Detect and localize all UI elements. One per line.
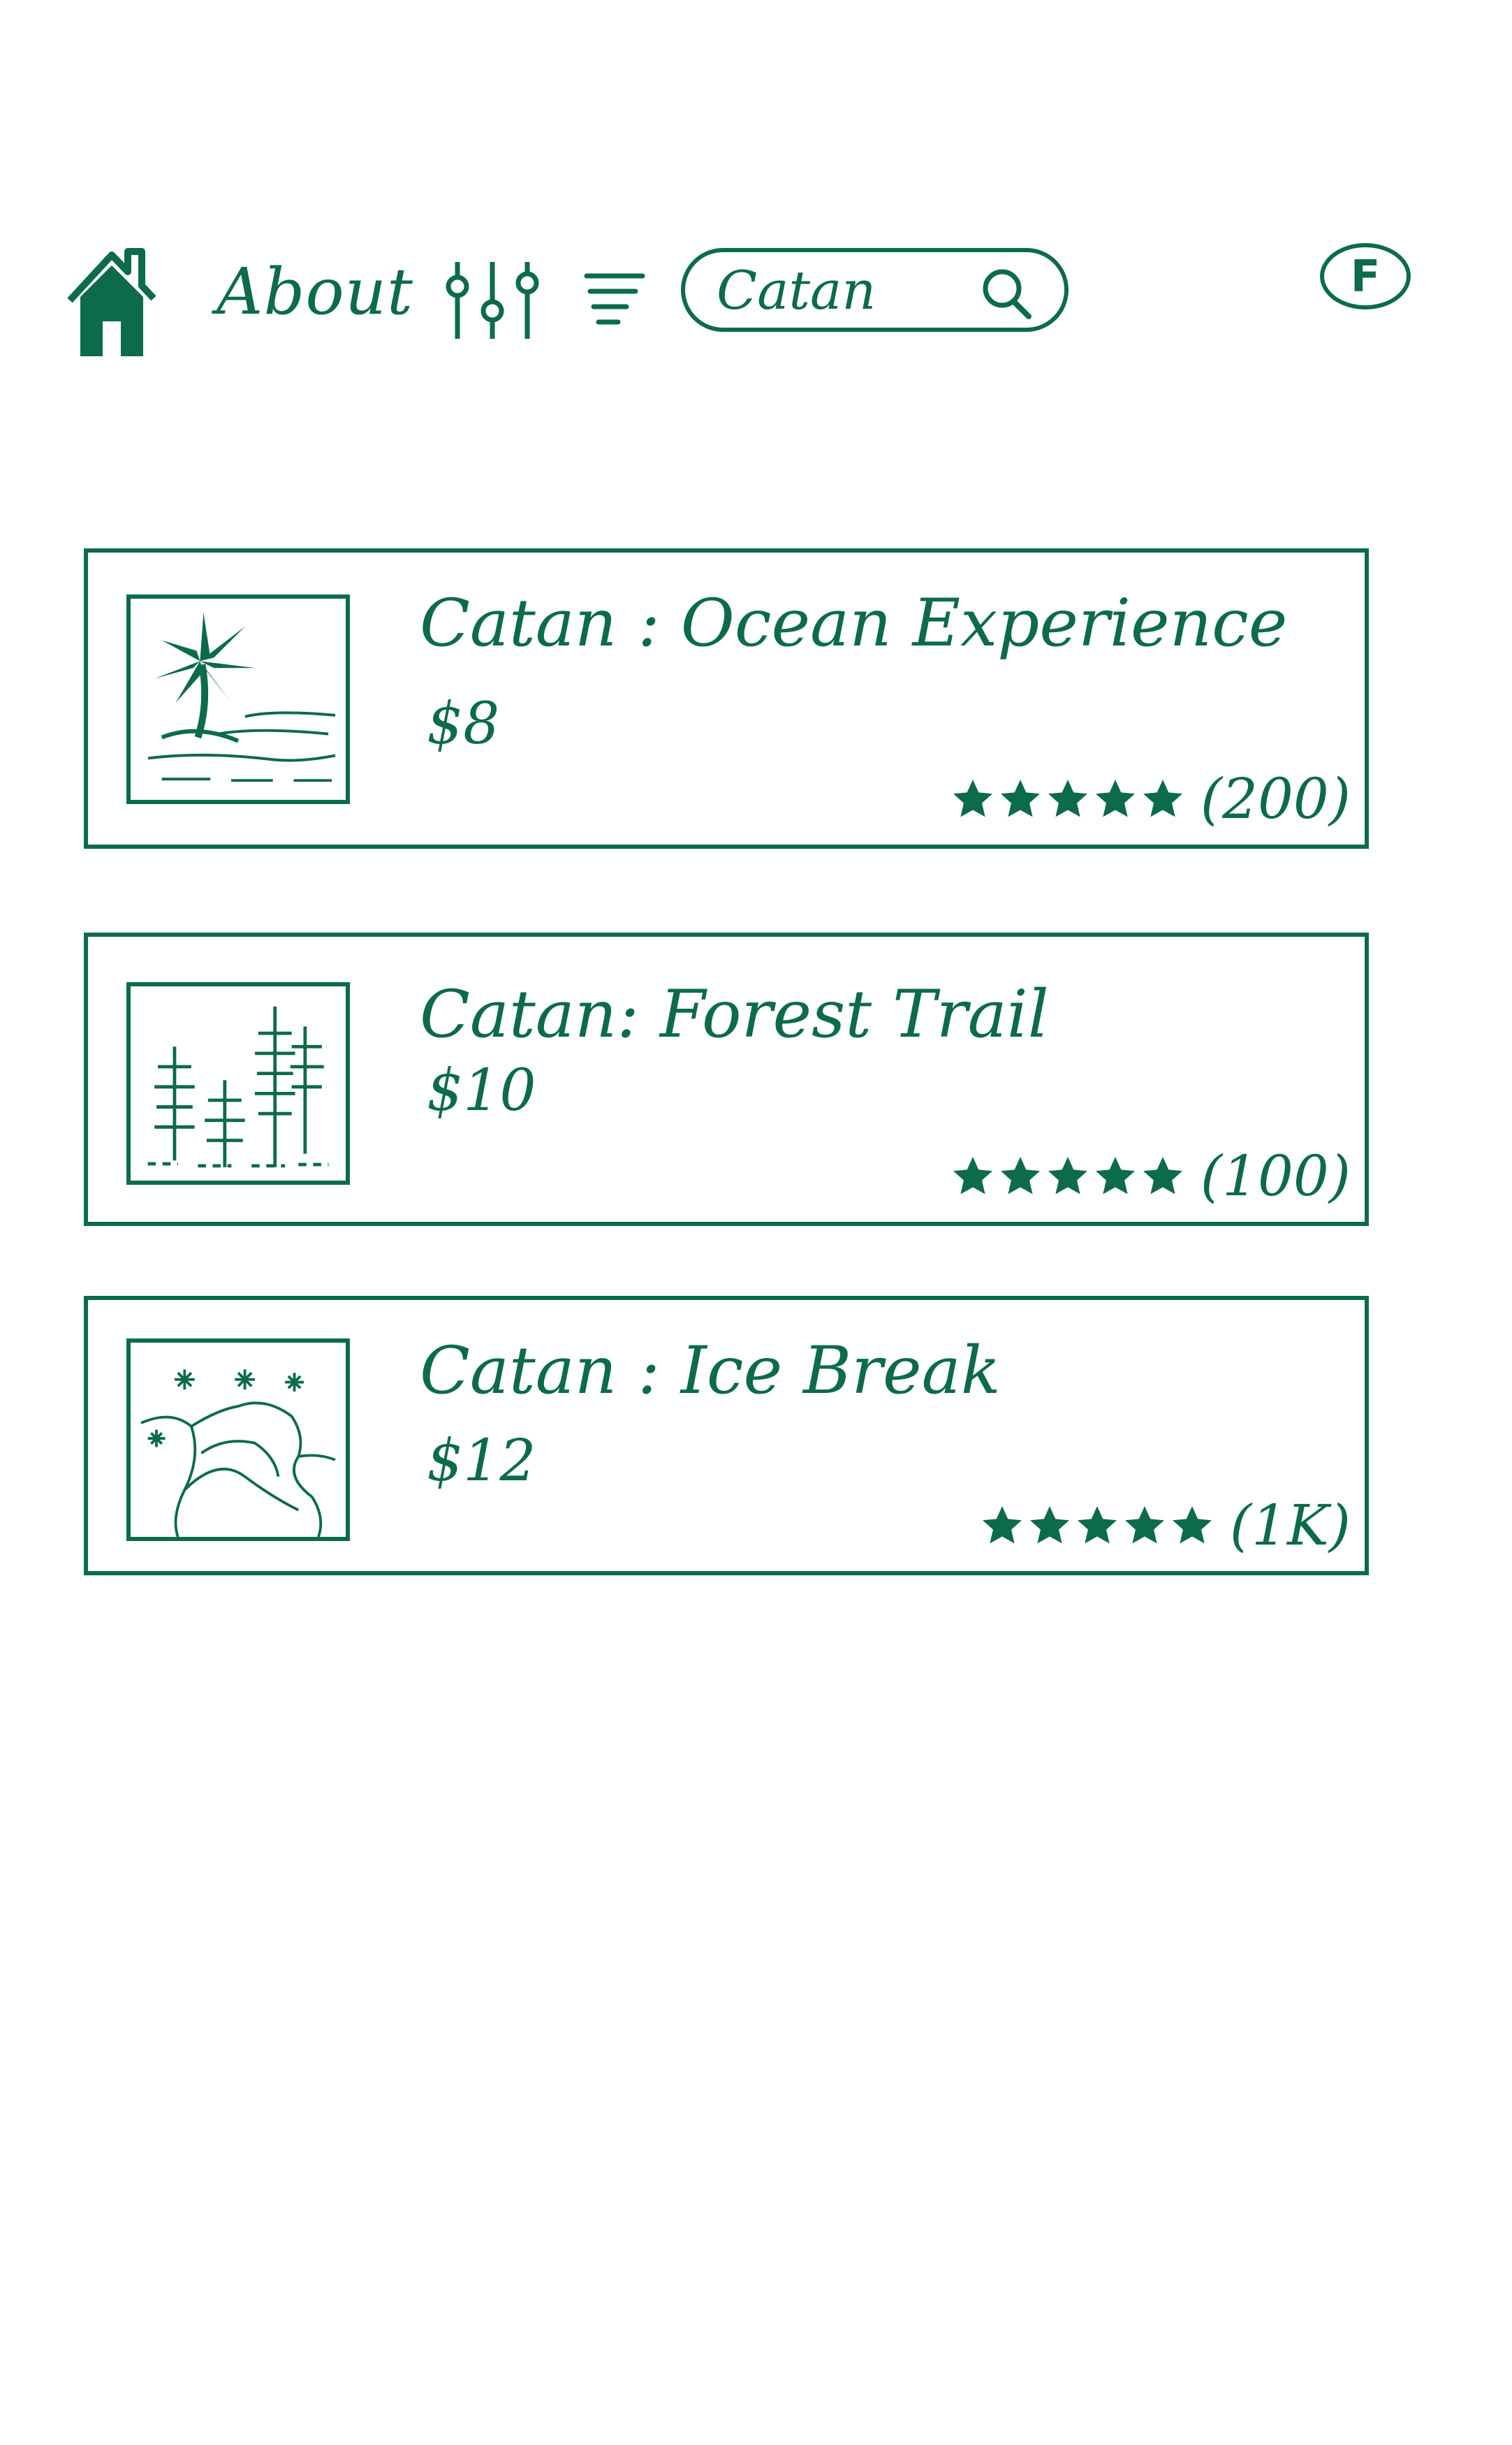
star-icon (1143, 780, 1182, 817)
star-icon (982, 1506, 1022, 1544)
star-rating (950, 777, 1185, 822)
profile-avatar[interactable]: F (1320, 243, 1411, 309)
product-title: Catan : Ocean Experience (420, 585, 1288, 662)
product-price: $10 (427, 1058, 536, 1124)
sliders-icon[interactable] (443, 258, 541, 342)
rating-count: (100) (1200, 1144, 1351, 1209)
star-icon (1000, 780, 1040, 817)
star-icon (1095, 780, 1135, 817)
forest-image (126, 982, 350, 1185)
home-icon[interactable] (66, 241, 157, 360)
star-icon (1143, 1157, 1182, 1195)
product-price: $8 (427, 691, 500, 757)
search-bar[interactable] (681, 248, 1069, 332)
about-link[interactable]: About (216, 260, 413, 324)
star-icon (1048, 1157, 1087, 1195)
palm-beach-image (126, 594, 350, 804)
star-icon (1172, 1506, 1212, 1544)
snow-landscape-image (126, 1338, 350, 1541)
star-icon (1095, 1157, 1135, 1195)
search-input[interactable] (717, 262, 968, 318)
star-icon (1000, 1157, 1040, 1195)
product-card-forest[interactable]: Catan: Forest Trail $10 (100) (84, 933, 1369, 1226)
menu-icon[interactable] (583, 269, 646, 332)
profile-initial: F (1350, 251, 1381, 302)
search-icon[interactable] (977, 265, 1033, 321)
product-title: Catan : Ice Break (420, 1333, 1001, 1409)
star-rating (980, 1503, 1214, 1548)
star-icon (1048, 780, 1087, 817)
star-rating (950, 1154, 1185, 1199)
product-rating: (200) (950, 771, 1351, 827)
star-icon (1124, 1506, 1164, 1544)
star-icon (1077, 1506, 1117, 1544)
star-icon (1029, 1506, 1069, 1544)
product-card-ice[interactable]: Catan : Ice Break $12 (1K) (84, 1296, 1369, 1575)
product-price: $12 (427, 1428, 536, 1494)
product-rating: (1K) (980, 1498, 1351, 1554)
rating-count: (1K) (1229, 1493, 1351, 1558)
product-title: Catan: Forest Trail (420, 977, 1049, 1053)
product-card-ocean[interactable]: Catan : Ocean Experience $8 (200) (84, 548, 1369, 849)
star-icon (953, 1157, 992, 1195)
product-rating: (100) (950, 1148, 1351, 1204)
star-icon (953, 780, 992, 817)
rating-count: (200) (1200, 766, 1351, 831)
